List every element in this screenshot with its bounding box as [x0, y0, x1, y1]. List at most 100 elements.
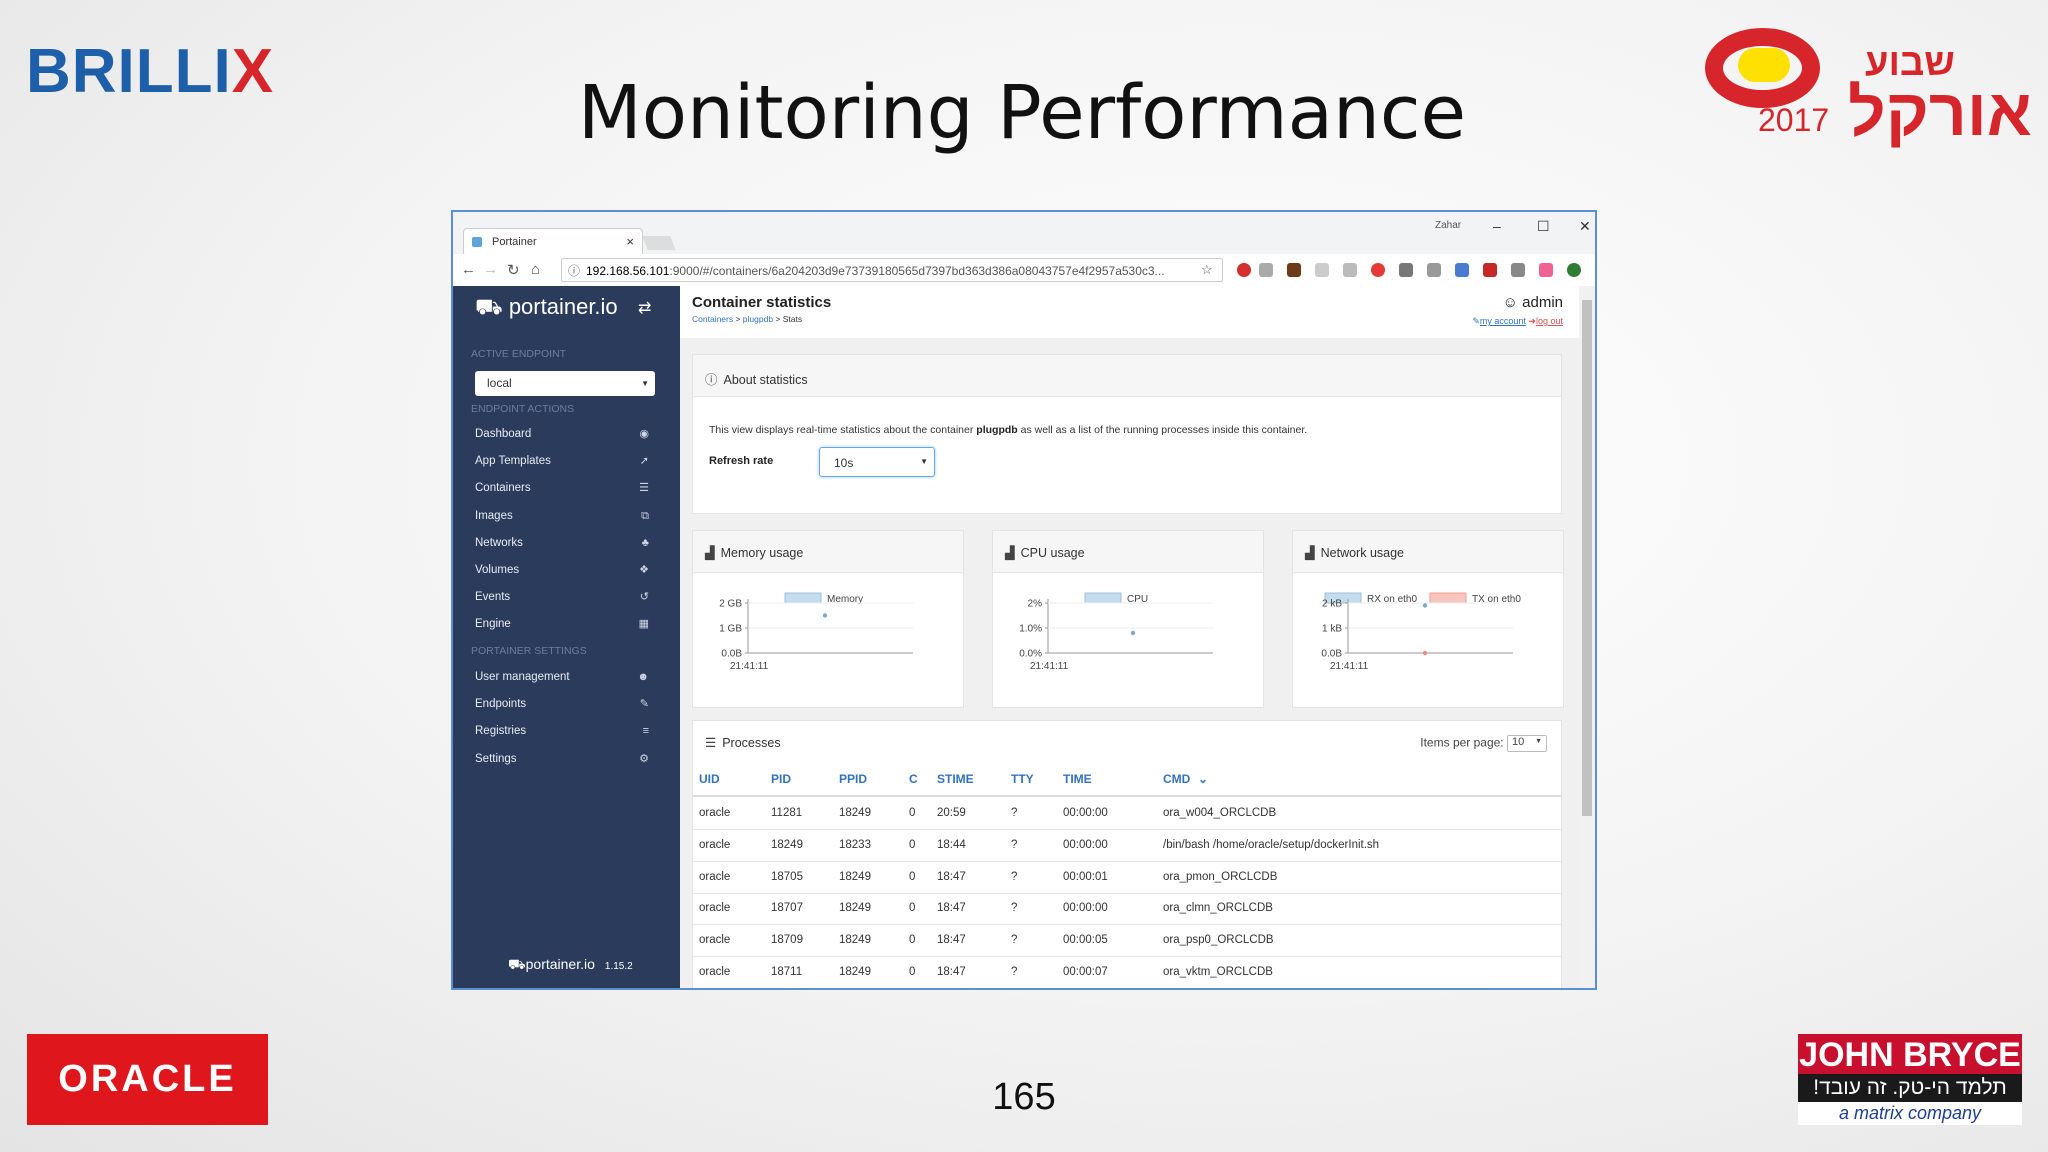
portainer-logo[interactable]: ⛟ portainer.io: [475, 294, 618, 323]
cpu-usage-title: CPU usage: [1020, 546, 1085, 560]
my-account-link[interactable]: my account: [1480, 316, 1526, 326]
oracle-week-logo: 2017 שבוע אורקל: [1700, 22, 2032, 152]
cell-pid: 18711: [771, 966, 803, 978]
network-usage-header: ▟ Network usage: [1293, 531, 1563, 573]
extension-icon-2[interactable]: [1259, 263, 1273, 277]
cell-ppid: 18249: [839, 870, 871, 883]
extension-icon-8[interactable]: [1427, 263, 1441, 277]
sidebar-item-label: Settings: [475, 752, 517, 765]
sidebar-item-containers[interactable]: Containers ☰: [475, 478, 655, 498]
column-header-tty[interactable]: TTY: [1011, 772, 1034, 786]
sidebar-item-volumes[interactable]: Volumes ❖: [475, 560, 655, 580]
processes-title: Processes: [722, 736, 781, 750]
legend-swatch: [1429, 592, 1467, 604]
john-bryce-logo: JOHN BRYCE תלמד הי-טק. זה עובד! a matrix…: [1798, 1034, 2022, 1125]
sidebar-item-events[interactable]: Events ↺: [475, 587, 655, 607]
refresh-rate-select[interactable]: 10s ▼: [819, 447, 935, 477]
browser-tab[interactable]: Portainer ×: [463, 228, 643, 255]
page-number-text: 165: [992, 1076, 1056, 1118]
back-icon[interactable]: ←: [461, 261, 476, 278]
about-text-part: as well as a list of the running process…: [1017, 424, 1308, 436]
sidebar-item-settings[interactable]: Settings ⚙: [475, 749, 655, 769]
cpu-usage-header: ▟ CPU usage: [993, 531, 1263, 573]
items-per-page-select[interactable]: 10 ▼: [1507, 735, 1547, 752]
page-scrollbar[interactable]: [1579, 286, 1595, 988]
cell-ppid: 18249: [839, 934, 871, 947]
x-tick-label: 21:41:11: [1330, 661, 1369, 672]
extension-icon-4[interactable]: [1315, 263, 1329, 277]
sidebar-item-app-templates[interactable]: App Templates ➚: [475, 451, 655, 471]
network-usage-panel: ▟ Network usage RX on eth0 TX on eth0 2 kB 1…: [1292, 530, 1564, 708]
extension-icon-5[interactable]: [1343, 263, 1357, 277]
cell-uid: oracle: [699, 902, 731, 915]
cell-ppid: 18249: [839, 807, 871, 819]
sidebar-item-endpoints[interactable]: Endpoints ✎: [475, 694, 655, 714]
cell-stime: 18:47: [937, 870, 966, 883]
minimize-icon[interactable]: –: [1493, 218, 1501, 234]
scrollbar-thumb[interactable]: [1582, 300, 1592, 816]
memory-usage-panel: ▟ Memory usage Memory 2 GB 1 GB 0.0B 21:41:11: [692, 530, 964, 708]
cell-time: 00:00:00: [1063, 902, 1108, 915]
sidebar-item-dashboard[interactable]: Dashboard ◉: [475, 424, 655, 444]
plug-icon: ✎: [639, 698, 649, 711]
window-user-label: Zahar: [1435, 220, 1462, 231]
log-out-link[interactable]: log out: [1536, 316, 1563, 326]
column-header-time[interactable]: TIME: [1063, 772, 1092, 786]
cast-icon[interactable]: [1511, 263, 1525, 277]
tab-close-icon[interactable]: ×: [626, 234, 634, 249]
sort-caret-icon[interactable]: ⌄: [1198, 772, 1208, 786]
sidebar-item-engine[interactable]: Engine ▦: [475, 614, 655, 634]
column-header-uid[interactable]: UID: [699, 772, 720, 786]
network-chart: RX on eth0 TX on eth02 kB1 kB0.0B21:41:11: [1321, 592, 1521, 672]
cell-cmd: ora_w004_ORCLCDB: [1163, 807, 1277, 819]
home-icon[interactable]: ⌂: [531, 261, 540, 278]
close-window-icon[interactable]: ✕: [1579, 218, 1591, 235]
refresh-rate-label: Refresh rate: [709, 455, 774, 467]
content-header: Container statistics Containers > plugpd…: [680, 286, 1583, 338]
cell-cmd: ora_psp0_ORCLCDB: [1163, 934, 1274, 947]
about-statistics-panel: ⓘ About statistics This view displays rea…: [692, 354, 1562, 514]
extension-icon-9[interactable]: [1455, 263, 1469, 277]
extension-icon-6[interactable]: [1371, 263, 1385, 277]
reload-icon[interactable]: ↻: [507, 261, 520, 279]
extension-icon-3[interactable]: [1287, 263, 1301, 277]
oracle-week-pill: [1738, 48, 1790, 82]
extension-icon-12[interactable]: [1539, 263, 1553, 277]
breadcrumb-containers[interactable]: Containers: [692, 314, 733, 324]
adblock-extension-icon[interactable]: [1237, 263, 1251, 277]
sidebar-item-label: Volumes: [475, 564, 520, 576]
column-header-stime[interactable]: STIME: [937, 772, 974, 786]
info-icon[interactable]: ⓘ: [568, 259, 580, 281]
new-tab-button[interactable]: [642, 236, 676, 250]
column-header-pid[interactable]: PID: [771, 772, 791, 786]
y-tick-label: 2 kB: [1322, 599, 1342, 610]
maximize-icon[interactable]: ☐: [1537, 218, 1550, 235]
extension-icon-10[interactable]: [1483, 263, 1497, 277]
column-header-ppid[interactable]: PPID: [839, 772, 867, 786]
sidebar-item-images[interactable]: Images ⧉: [475, 506, 655, 526]
portainer-logo-text: portainer.io: [508, 294, 618, 319]
sidebar-item-networks[interactable]: Networks ♣: [475, 533, 655, 553]
breadcrumb-container[interactable]: plugpdb: [743, 314, 773, 324]
sidebar-item-user-management[interactable]: User management ☻: [475, 667, 655, 687]
toggle-sidebar-icon[interactable]: ⇄: [638, 298, 651, 318]
sidebar-item-registries[interactable]: Registries ≡: [475, 721, 655, 741]
endpoint-select[interactable]: local ▼: [475, 371, 655, 396]
portainer-sidebar: ⛟ portainer.io ⇄ ACTIVE ENDPOINT local ▼ …: [453, 286, 680, 988]
forward-icon[interactable]: →: [483, 261, 498, 278]
y-tick-label: 1 kB: [1322, 624, 1342, 635]
extension-icon-13[interactable]: [1567, 263, 1581, 277]
table-row: oracle 18711 18249 0 18:47? 00:00:07 ora_vktm_…: [693, 956, 1561, 988]
about-statistics-header: ⓘ About statistics: [693, 355, 1561, 397]
address-bar[interactable]: ⓘ 192.168.56.101:9000/#/containers/6a2042…: [561, 258, 1223, 282]
column-header-c[interactable]: C: [909, 772, 918, 786]
bookmark-star-icon[interactable]: ☆: [1201, 262, 1213, 278]
sidebar-item-label: Networks: [475, 536, 523, 549]
column-header-cmd[interactable]: CMD: [1163, 772, 1190, 786]
sign-out-icon: ➜: [1528, 316, 1536, 326]
portainer-footer-icon: ⛟: [508, 956, 526, 972]
y-tick-label: 2 GB: [719, 599, 742, 610]
cell-stime: 18:47: [937, 902, 966, 915]
extension-icon-7[interactable]: [1399, 263, 1413, 277]
cell-tty: ?: [1011, 870, 1018, 883]
